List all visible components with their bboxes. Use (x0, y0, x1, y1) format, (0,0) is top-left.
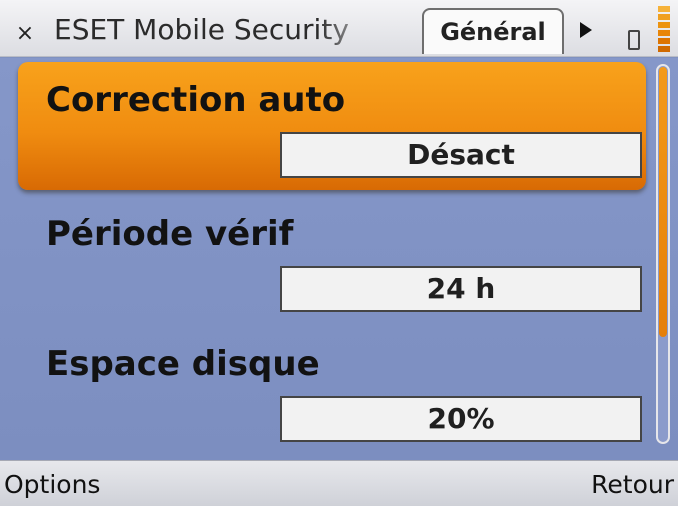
battery-icon (628, 30, 640, 50)
options-softkey[interactable]: Options (4, 467, 164, 503)
setting-row-auto-correction[interactable]: Correction auto Désact (18, 62, 646, 190)
setting-row-disk-space[interactable]: Espace disque 20% (18, 326, 646, 454)
tab-next-arrow-icon[interactable] (578, 20, 594, 40)
back-softkey[interactable]: Retour (520, 467, 674, 503)
settings-list: Correction auto Désact Période vérif 24 … (0, 58, 678, 460)
setting-value-field[interactable]: 20% (280, 396, 642, 442)
setting-label: Espace disque (46, 344, 320, 384)
setting-label: Période vérif (46, 214, 294, 254)
setting-row-check-period[interactable]: Période vérif 24 h (18, 196, 646, 324)
close-icon[interactable]: × (14, 22, 36, 46)
scrollbar[interactable] (656, 64, 670, 444)
tab-general[interactable]: Général (422, 8, 564, 54)
setting-value-field[interactable]: 24 h (280, 266, 642, 312)
softkey-bar: Options Retour (0, 460, 678, 506)
app-title: ESET Mobile Security (54, 13, 349, 46)
setting-label: Correction auto (46, 80, 346, 120)
title-bar: × ESET Mobile Security Général (0, 0, 678, 57)
scroll-thumb[interactable] (659, 67, 667, 337)
signal-strength-icon (658, 6, 670, 52)
setting-value-field[interactable]: Désact (280, 132, 642, 178)
